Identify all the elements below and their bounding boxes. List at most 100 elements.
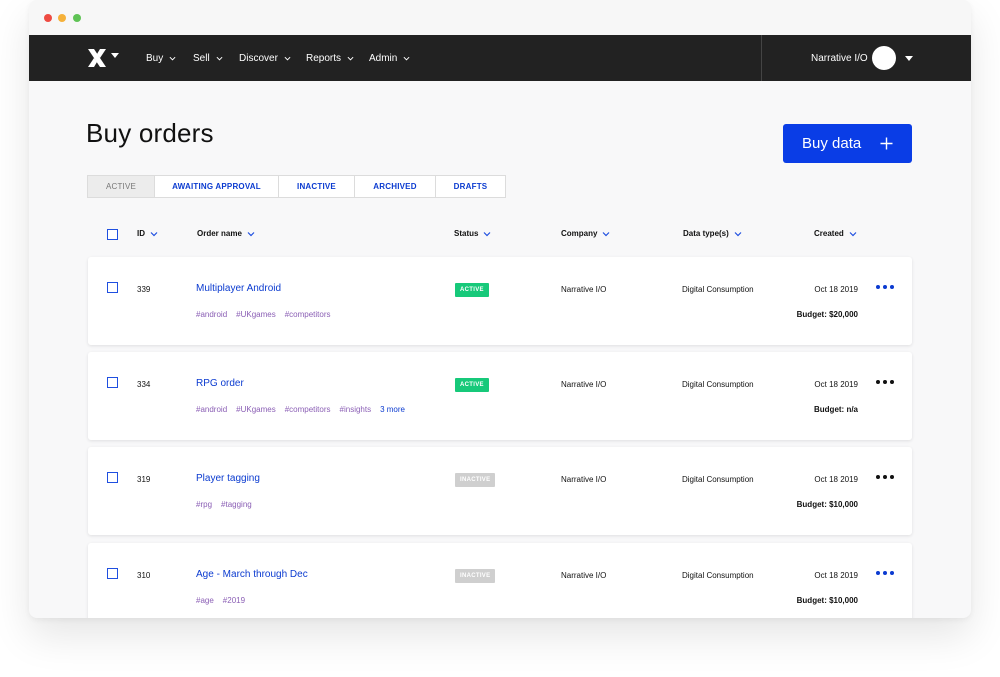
table-row[interactable]: 334 RPG order #android #UKgames #competitors… — [88, 352, 912, 440]
created-date: Oct 18 2019 — [814, 571, 858, 580]
tag[interactable]: #android — [196, 405, 227, 414]
more-dots-icon[interactable] — [876, 568, 894, 578]
table-row[interactable]: 339 Multiplayer Android #android #UKgames #c… — [88, 257, 912, 345]
status-badge: INACTIVE — [455, 473, 496, 487]
tag[interactable]: #tagging — [221, 500, 252, 509]
order-id: 339 — [137, 285, 151, 294]
order-id: 310 — [137, 571, 151, 580]
more-tags-link[interactable]: 3 more — [380, 405, 405, 414]
tag[interactable]: #UKgames — [236, 405, 276, 414]
avatar[interactable] — [872, 46, 896, 70]
nav-item-label: Admin — [369, 52, 398, 64]
tab-inactive[interactable]: INACTIVE — [279, 176, 355, 197]
tag[interactable]: #2019 — [223, 596, 245, 605]
nav-item-admin[interactable]: Admin — [369, 35, 410, 81]
tag[interactable]: #competitors — [285, 405, 331, 414]
company-name: Narrative I/O — [561, 380, 607, 389]
nav-item-label: Buy — [146, 52, 164, 64]
chevron-down-icon — [216, 56, 223, 60]
tag-list: #age #2019 — [196, 596, 245, 605]
plus-icon — [880, 137, 893, 150]
order-id: 319 — [137, 475, 151, 484]
created-date: Oct 18 2019 — [814, 380, 858, 389]
header-id[interactable]: ID — [137, 229, 158, 238]
page-title: Buy orders — [86, 118, 214, 148]
header-data-types-label: Data type(s) — [683, 229, 729, 238]
data-type: Digital Consumption — [682, 475, 754, 484]
more-dots-icon[interactable] — [876, 377, 894, 387]
nav-item-buy[interactable]: Buy — [146, 35, 176, 81]
chevron-down-icon — [849, 231, 857, 236]
data-type: Digital Consumption — [682, 380, 754, 389]
tag[interactable]: #age — [196, 596, 214, 605]
more-dots-icon[interactable] — [876, 282, 894, 292]
status-badge: INACTIVE — [455, 569, 496, 583]
nav-item-label: Discover — [239, 52, 278, 64]
tab-awaiting-approval[interactable]: AWAITING APPROVAL — [155, 176, 279, 197]
budget: Budget: n/a — [814, 405, 858, 414]
row-checkbox[interactable] — [107, 472, 118, 483]
nav-item-reports[interactable]: Reports — [306, 35, 354, 81]
order-name-link[interactable]: Age - March through Dec — [196, 569, 308, 580]
order-name-link[interactable]: Player tagging — [196, 473, 260, 484]
budget: Budget: $10,000 — [796, 596, 858, 605]
header-company[interactable]: Company — [561, 229, 610, 238]
tag[interactable]: #UKgames — [236, 310, 276, 319]
company-name: Narrative I/O — [561, 571, 607, 580]
nav-item-sell[interactable]: Sell — [193, 35, 223, 81]
select-all-checkbox[interactable] — [107, 229, 118, 240]
chevron-down-icon — [603, 231, 610, 236]
chevron-down-icon — [284, 56, 291, 60]
status-tabs: ACTIVE AWAITING APPROVAL INACTIVE ARCHIVED D… — [87, 175, 506, 198]
row-checkbox[interactable] — [107, 377, 118, 388]
header-id-label: ID — [137, 229, 145, 238]
nav-item-discover[interactable]: Discover — [239, 35, 291, 81]
chevron-down-icon — [150, 231, 158, 236]
created-date: Oct 18 2019 — [814, 475, 858, 484]
user-menu-caret-icon[interactable] — [905, 56, 913, 61]
more-dots-icon[interactable] — [876, 472, 894, 482]
tab-archived[interactable]: ARCHIVED — [355, 176, 436, 197]
tag-list: #android #UKgames #competitors — [196, 310, 331, 319]
tag[interactable]: #android — [196, 310, 227, 319]
header-company-label: Company — [561, 229, 598, 238]
chevron-down-icon — [247, 231, 255, 236]
tag[interactable]: #rpg — [196, 500, 212, 509]
tab-drafts[interactable]: DRAFTS — [436, 176, 505, 197]
chevron-down-icon — [347, 56, 354, 60]
header-data-types[interactable]: Data type(s) — [683, 229, 742, 238]
header-created-label: Created — [814, 229, 844, 238]
table-row[interactable]: 310 Age - March through Dec #age #2019 INACT… — [88, 543, 912, 618]
chevron-down-icon — [403, 56, 410, 60]
tab-active[interactable]: ACTIVE — [88, 176, 155, 197]
header-order-name[interactable]: Order name — [197, 229, 255, 238]
header-status[interactable]: Status — [454, 229, 491, 238]
status-badge: ACTIVE — [455, 378, 489, 392]
order-name-link[interactable]: RPG order — [196, 378, 244, 389]
chevron-down-icon — [484, 231, 491, 236]
buy-data-button[interactable]: Buy data — [783, 124, 912, 163]
tag[interactable]: #competitors — [285, 310, 331, 319]
minimize-window-icon[interactable] — [58, 14, 66, 22]
top-navbar: Buy Sell Discover Reports Admin Narrative I/… — [29, 35, 971, 81]
tag-list: #android #UKgames #competitors #insights 3 m… — [196, 405, 405, 414]
company-name: Narrative I/O — [561, 285, 607, 294]
nav-divider — [761, 35, 762, 81]
row-checkbox[interactable] — [107, 568, 118, 579]
row-checkbox[interactable] — [107, 282, 118, 293]
status-badge: ACTIVE — [455, 283, 489, 297]
maximize-window-icon[interactable] — [73, 14, 81, 22]
header-order-name-label: Order name — [197, 229, 242, 238]
chevron-down-icon — [169, 56, 176, 60]
logo-menu-caret-icon[interactable] — [111, 53, 119, 58]
narrative-logo-icon[interactable] — [86, 47, 108, 69]
header-status-label: Status — [454, 229, 479, 238]
order-name-link[interactable]: Multiplayer Android — [196, 283, 281, 294]
budget: Budget: $10,000 — [796, 500, 858, 509]
nav-item-label: Sell — [193, 52, 210, 64]
tag[interactable]: #insights — [340, 405, 372, 414]
close-window-icon[interactable] — [44, 14, 52, 22]
org-name[interactable]: Narrative I/O — [811, 35, 868, 81]
header-created[interactable]: Created — [814, 229, 857, 238]
table-row[interactable]: 319 Player tagging #rpg #tagging INACTIVE Nar… — [88, 447, 912, 535]
